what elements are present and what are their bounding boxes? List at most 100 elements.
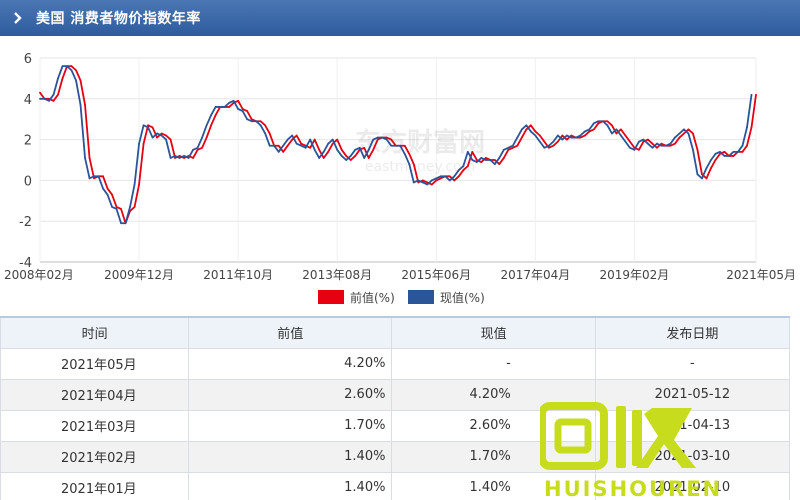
data-point[interactable]: [534, 134, 537, 137]
data-point[interactable]: [142, 142, 145, 145]
data-point[interactable]: [264, 124, 267, 127]
chevron-right-icon[interactable]: [0, 0, 36, 36]
data-point[interactable]: [502, 148, 505, 151]
data-point[interactable]: [507, 148, 510, 151]
data-point[interactable]: [660, 142, 663, 145]
data-point[interactable]: [129, 206, 131, 208]
data-point[interactable]: [520, 128, 523, 131]
data-point[interactable]: [412, 163, 415, 165]
data-point[interactable]: [138, 183, 140, 186]
data-point[interactable]: [349, 155, 352, 157]
data-point[interactable]: [701, 177, 703, 180]
data-point[interactable]: [210, 114, 213, 117]
data-point[interactable]: [52, 93, 55, 96]
data-point[interactable]: [714, 152, 717, 155]
data-point[interactable]: [696, 173, 699, 176]
data-point[interactable]: [741, 144, 744, 147]
data-point[interactable]: [421, 179, 424, 182]
data-point[interactable]: [674, 142, 676, 145]
data-point[interactable]: [151, 126, 154, 129]
data-point[interactable]: [529, 124, 532, 127]
data-point[interactable]: [592, 128, 595, 131]
data-point[interactable]: [237, 99, 240, 102]
data-point[interactable]: [165, 138, 167, 141]
data-point[interactable]: [403, 152, 406, 155]
data-point[interactable]: [70, 65, 73, 68]
legend-item[interactable]: 前值(%): [318, 290, 395, 305]
data-point[interactable]: [462, 169, 465, 172]
data-point[interactable]: [583, 134, 586, 137]
data-point[interactable]: [331, 138, 334, 141]
data-point[interactable]: [547, 146, 550, 149]
data-point[interactable]: [498, 157, 501, 159]
data-point[interactable]: [210, 124, 213, 127]
data-point[interactable]: [516, 144, 519, 147]
data-point[interactable]: [264, 132, 267, 135]
data-point[interactable]: [340, 148, 343, 151]
data-point[interactable]: [133, 206, 136, 208]
table-row[interactable]: 2021年01月 1.40% 1.40% 2021-02-10: [0, 471, 791, 500]
data-point[interactable]: [534, 130, 537, 133]
data-point[interactable]: [439, 175, 442, 178]
data-point[interactable]: [692, 132, 694, 135]
data-point[interactable]: [556, 140, 559, 143]
data-point[interactable]: [705, 167, 708, 170]
data-point[interactable]: [633, 148, 636, 151]
data-point[interactable]: [579, 136, 582, 139]
data-point[interactable]: [133, 183, 136, 186]
data-point[interactable]: [552, 144, 555, 147]
data-point[interactable]: [471, 150, 474, 153]
data-point[interactable]: [120, 208, 122, 210]
data-point[interactable]: [192, 157, 195, 159]
data-point[interactable]: [755, 93, 757, 96]
data-point[interactable]: [115, 206, 118, 208]
data-point[interactable]: [394, 144, 397, 147]
data-point[interactable]: [372, 138, 375, 141]
data-point[interactable]: [138, 142, 140, 145]
data-point[interactable]: [606, 124, 609, 127]
data-point[interactable]: [318, 157, 321, 159]
data-point[interactable]: [52, 99, 55, 102]
data-point[interactable]: [39, 97, 41, 100]
data-point[interactable]: [606, 120, 609, 123]
data-point[interactable]: [300, 142, 303, 145]
data-point[interactable]: [710, 159, 712, 161]
data-point[interactable]: [336, 138, 339, 141]
data-point[interactable]: [363, 146, 366, 149]
data-point[interactable]: [232, 99, 235, 102]
data-point[interactable]: [678, 132, 681, 135]
data-point[interactable]: [178, 155, 181, 157]
data-point[interactable]: [417, 181, 420, 184]
data-point[interactable]: [385, 138, 388, 141]
data-point[interactable]: [349, 159, 352, 161]
data-point[interactable]: [142, 124, 145, 127]
data-point[interactable]: [723, 150, 726, 153]
data-point[interactable]: [313, 138, 316, 141]
data-point[interactable]: [642, 138, 645, 141]
data-point[interactable]: [457, 175, 460, 178]
data-point[interactable]: [696, 148, 699, 151]
data-point[interactable]: [656, 146, 658, 149]
data-point[interactable]: [309, 146, 312, 149]
data-point[interactable]: [719, 150, 721, 153]
data-point[interactable]: [196, 148, 199, 151]
data-point[interactable]: [498, 163, 501, 165]
data-point[interactable]: [651, 142, 654, 145]
data-point[interactable]: [435, 179, 438, 182]
data-point[interactable]: [57, 77, 59, 80]
data-point[interactable]: [61, 65, 64, 68]
data-point[interactable]: [728, 155, 730, 157]
data-point[interactable]: [201, 136, 204, 139]
data-point[interactable]: [219, 106, 222, 108]
data-point[interactable]: [556, 134, 559, 137]
data-point[interactable]: [250, 120, 253, 123]
data-point[interactable]: [120, 222, 122, 225]
data-point[interactable]: [358, 146, 361, 149]
data-point[interactable]: [629, 140, 631, 143]
data-point[interactable]: [687, 128, 690, 131]
data-point[interactable]: [183, 155, 186, 157]
data-point[interactable]: [250, 118, 253, 121]
data-point[interactable]: [399, 144, 402, 147]
data-point[interactable]: [592, 122, 595, 125]
data-point[interactable]: [430, 183, 433, 186]
